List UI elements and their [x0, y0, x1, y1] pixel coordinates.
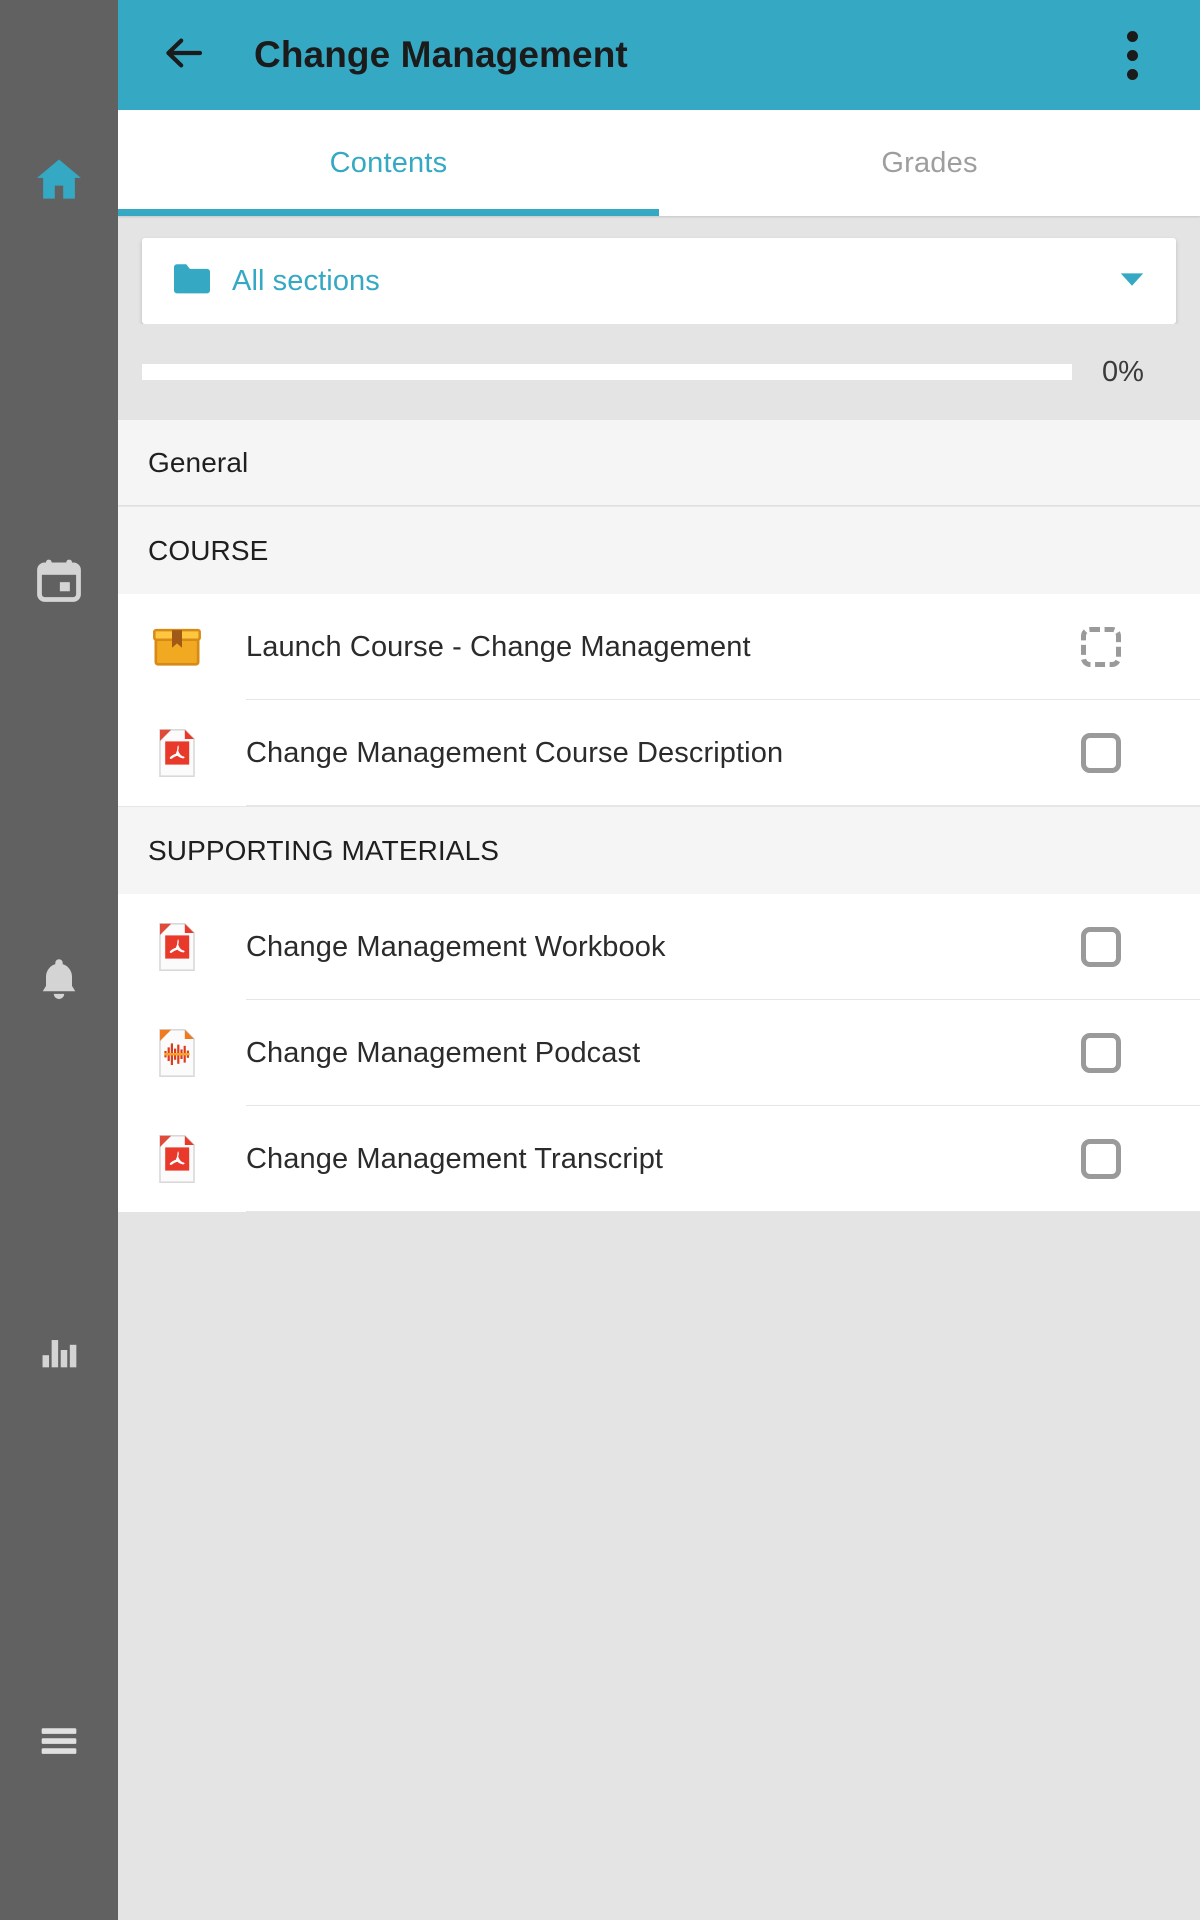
section-selector-wrap: All sections	[118, 216, 1200, 324]
arrow-left-icon	[160, 29, 208, 82]
solid-checkbox-icon	[1081, 733, 1121, 773]
dashed-checkbox-icon	[1081, 627, 1121, 667]
scorm-package-icon	[148, 618, 206, 676]
completion-toggle[interactable]	[1072, 1033, 1130, 1073]
list-item-label: Change Management Podcast	[246, 1036, 641, 1069]
pdf-file-icon	[148, 1130, 206, 1188]
completion-toggle[interactable]	[1072, 627, 1130, 667]
pdf-file-icon	[148, 724, 206, 782]
app-bar: Change Management	[118, 0, 1200, 110]
more-vertical-icon-dot2	[1126, 49, 1138, 61]
calendar-icon	[33, 554, 85, 606]
nav-rail-item-calendar[interactable]	[0, 530, 118, 630]
list-divider	[246, 805, 1200, 806]
tab-contents[interactable]: Contents	[118, 110, 659, 216]
content-empty-space	[118, 1212, 1200, 1920]
content-scroll-area[interactable]: All sections 0% General COURSE Launch Co…	[118, 216, 1200, 1920]
nav-rail-item-reports[interactable]	[0, 1300, 118, 1400]
list-item-label: Launch Course - Change Management	[246, 630, 751, 663]
list-divider	[246, 1211, 1200, 1212]
list-item-label: Change Management Course Description	[246, 736, 784, 769]
more-vertical-icon	[1126, 30, 1138, 42]
solid-checkbox-icon	[1081, 1139, 1121, 1179]
list-item[interactable]: Change Management Course Description	[118, 700, 1200, 806]
completion-toggle[interactable]	[1072, 1139, 1130, 1179]
bell-icon	[33, 954, 85, 1006]
section-selector[interactable]: All sections	[142, 238, 1176, 324]
tab-grades-label: Grades	[881, 146, 978, 179]
completion-toggle[interactable]	[1072, 927, 1130, 967]
list-item[interactable]: Launch Course - Change Management	[118, 594, 1200, 700]
pdf-file-icon	[148, 918, 206, 976]
section-selector-label: All sections	[232, 264, 380, 297]
completion-toggle[interactable]	[1072, 733, 1130, 773]
solid-checkbox-icon	[1081, 927, 1121, 967]
tab-contents-label: Contents	[329, 146, 448, 179]
hamburger-menu-icon	[33, 1714, 85, 1766]
list-item-label: Change Management Workbook	[246, 930, 666, 963]
tab-bar: Contents Grades	[118, 110, 1200, 216]
nav-rail-item-notifications[interactable]	[0, 930, 118, 1030]
section-header-general: General	[118, 420, 1200, 506]
tab-grades[interactable]: Grades	[659, 110, 1200, 216]
progress-bar	[142, 364, 1072, 380]
nav-rail-item-home[interactable]	[0, 130, 118, 230]
folder-icon	[170, 261, 214, 302]
group-header-course: COURSE	[118, 506, 1200, 594]
list-item-label: Change Management Transcript	[246, 1142, 664, 1175]
nav-rail-item-more[interactable]	[0, 1690, 118, 1790]
list-item[interactable]: Change Management Podcast	[118, 1000, 1200, 1106]
progress-row: 0%	[118, 324, 1200, 420]
bar-chart-icon	[33, 1324, 85, 1376]
list-item[interactable]: Change Management Transcript	[118, 1106, 1200, 1212]
more-vertical-icon-dot3	[1126, 68, 1138, 80]
content-sheet: General COURSE Launch Course - Change Ma…	[118, 420, 1200, 1212]
main-column: Change Management Contents Grades All se…	[118, 0, 1200, 1920]
home-icon	[31, 152, 87, 208]
back-button[interactable]	[152, 23, 216, 87]
solid-checkbox-icon	[1081, 1033, 1121, 1073]
nav-rail	[0, 0, 118, 1920]
overflow-menu-button[interactable]	[1104, 23, 1160, 87]
group-header-supporting-materials: SUPPORTING MATERIALS	[118, 806, 1200, 894]
chevron-down-icon[interactable]	[1118, 270, 1146, 293]
audio-file-icon	[148, 1024, 206, 1082]
app-root: Change Management Contents Grades All se…	[0, 0, 1200, 1920]
page-title: Change Management	[254, 34, 628, 75]
list-item[interactable]: Change Management Workbook	[118, 894, 1200, 1000]
progress-percent-label: 0%	[1102, 355, 1144, 388]
